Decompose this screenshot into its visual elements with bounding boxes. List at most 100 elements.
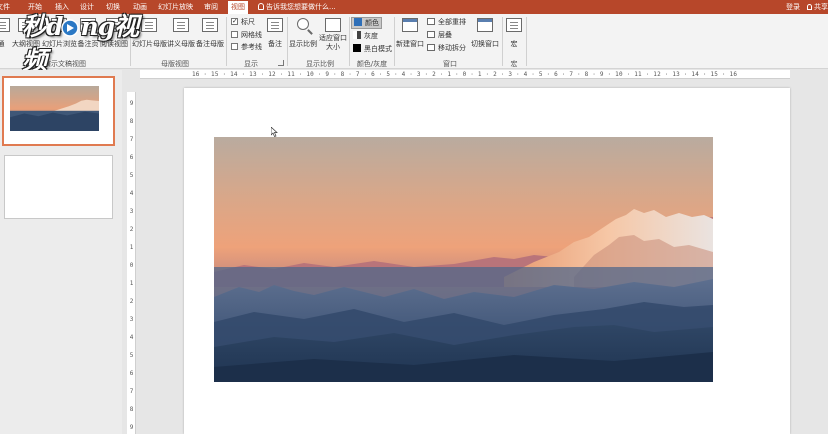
handout-master-button[interactable]: 讲义母版 <box>167 18 195 49</box>
vertical-ruler-tick-label: 5 <box>129 352 134 359</box>
group-macros: 宏 <box>510 60 518 68</box>
grayscale-label: 灰度 <box>364 32 378 40</box>
new-window-button[interactable]: 新建窗口 <box>396 18 424 49</box>
vertical-ruler-tick-label: 6 <box>129 154 134 161</box>
dialog-launcher-icon[interactable] <box>278 60 284 66</box>
group-zoom: 显示比例 <box>306 60 334 68</box>
black-white-label: 黑白模式 <box>364 45 392 53</box>
fit-to-window-label: 适应窗口大小 <box>319 34 347 51</box>
arrange-all-button[interactable]: 全部重排 <box>427 17 466 27</box>
cascade-label: 层叠 <box>438 31 452 39</box>
share-button[interactable]: 共享 <box>807 2 828 12</box>
group-color-grayscale: 颜色/灰度 <box>356 60 388 68</box>
tab-slideshow[interactable]: 幻灯片放映 <box>158 2 193 14</box>
cascade-button[interactable]: 层叠 <box>427 30 452 40</box>
login-link[interactable]: 登录 <box>786 2 800 12</box>
tab-file[interactable]: 文件 <box>0 2 10 14</box>
notes-master-button[interactable]: 备注母版 <box>196 18 224 49</box>
vertical-ruler-tick-label: 7 <box>129 388 134 395</box>
slide-thumbnail-pane: 1 2 <box>0 70 122 434</box>
gridlines-label: 网格线 <box>241 31 262 39</box>
move-split-icon <box>427 44 435 51</box>
new-window-label: 新建窗口 <box>396 40 424 48</box>
horizontal-ruler: 16 · 15 · 14 · 13 · 12 · 11 · 10 · 9 · 8… <box>140 70 790 79</box>
move-split-button[interactable]: 移动拆分 <box>427 43 466 53</box>
slide-thumbnail-1[interactable] <box>2 76 115 146</box>
color-label: 颜色 <box>365 19 379 27</box>
macros-label: 宏 <box>510 40 518 48</box>
new-window-icon <box>402 18 418 32</box>
notes-icon <box>267 18 283 32</box>
zoom-button[interactable]: 显示比例 <box>288 18 318 49</box>
tell-me-text: 告诉我您想要做什么... <box>266 3 336 11</box>
handout-master-label: 讲义母版 <box>167 40 195 48</box>
guides-checkbox[interactable]: 参考线 <box>231 42 262 52</box>
vertical-ruler-tick-label: 8 <box>129 118 134 125</box>
macros-icon <box>506 18 522 32</box>
group-show: 显示 <box>244 60 258 68</box>
tell-me-box[interactable]: 告诉我您想要做什么... <box>258 2 336 13</box>
vertical-ruler-tick-label: 6 <box>129 370 134 377</box>
person-icon <box>807 4 812 10</box>
vertical-ruler-tick-label: 8 <box>129 406 134 413</box>
color-button[interactable]: 颜色 <box>351 17 382 29</box>
vertical-ruler-tick-label: 2 <box>129 298 134 305</box>
tab-view[interactable]: 视图 <box>228 1 248 14</box>
vertical-ruler: 9 8 7 6 5 4 3 2 1 0 1 2 3 4 5 6 7 8 9 <box>127 92 136 434</box>
normal-view-icon <box>0 18 10 32</box>
vertical-ruler-tick-label: 7 <box>129 136 134 143</box>
ruler-checkbox[interactable]: 标尺 <box>231 16 255 27</box>
share-label: 共享 <box>814 3 828 11</box>
notes-label: 备注 <box>268 40 282 48</box>
play-circle-icon <box>61 19 79 37</box>
switch-windows-icon <box>477 18 493 32</box>
black-white-swatch-icon <box>353 44 361 52</box>
vertical-ruler-tick-label: 4 <box>129 190 134 197</box>
ribbon-separator <box>349 17 350 66</box>
vertical-ruler-tick-label: 2 <box>129 226 134 233</box>
cascade-icon <box>427 31 435 38</box>
black-white-button[interactable]: 黑白模式 <box>353 44 392 54</box>
grayscale-swatch-icon <box>353 31 361 39</box>
switch-windows-button[interactable]: 切换窗口 <box>470 18 500 49</box>
zoom-icon <box>297 18 309 30</box>
vertical-ruler-tick-label: 4 <box>129 334 134 341</box>
fit-to-window-icon <box>325 18 341 32</box>
group-window: 窗口 <box>443 60 457 68</box>
arrange-all-label: 全部重排 <box>438 18 466 26</box>
ribbon-separator <box>226 17 227 66</box>
grayscale-button[interactable]: 灰度 <box>353 31 378 41</box>
vertical-ruler-tick-label: 9 <box>129 424 134 431</box>
normal-view-label: 通 <box>0 40 5 48</box>
gridlines-checkbox[interactable]: 网格线 <box>231 30 262 40</box>
vertical-ruler-tick-label: 0 <box>129 262 134 269</box>
mouse-cursor-icon <box>271 127 278 137</box>
color-swatch-icon <box>354 18 362 26</box>
slide-thumbnail-2[interactable] <box>4 155 113 219</box>
ruler-label: 标尺 <box>241 18 255 26</box>
video-logo-watermark: 秒d ng视频 <box>22 10 147 75</box>
switch-windows-label: 切换窗口 <box>471 40 499 48</box>
vertical-ruler-tick-label: 3 <box>129 208 134 215</box>
vertical-ruler-tick-label: 1 <box>129 280 134 287</box>
lightbulb-icon <box>258 3 264 10</box>
guides-label: 参考线 <box>241 43 262 51</box>
mountain-thumbnail-image <box>10 86 99 131</box>
tab-review[interactable]: 审阅 <box>204 2 218 14</box>
mountain-sunset-image[interactable] <box>214 137 713 382</box>
vertical-ruler-tick-label: 9 <box>129 100 134 107</box>
arrange-all-icon <box>427 18 435 25</box>
vertical-ruler-tick-label: 3 <box>129 316 134 323</box>
gridlines-check-icon <box>231 31 238 38</box>
notes-master-label: 备注母版 <box>196 40 224 48</box>
normal-view-button[interactable]: 通 <box>0 18 10 49</box>
handout-master-icon <box>173 18 189 32</box>
zoom-label: 显示比例 <box>289 40 317 48</box>
ruler-check-icon <box>231 16 238 26</box>
macros-button[interactable]: 宏 <box>505 18 523 49</box>
notes-button[interactable]: 备注 <box>264 18 286 49</box>
notes-master-icon <box>202 18 218 32</box>
guides-check-icon <box>231 43 238 50</box>
fit-to-window-button[interactable]: 适应窗口大小 <box>318 18 348 52</box>
powerpoint-window: 文件 开始 插入 设计 切换 动画 幻灯片放映 审阅 视图 告诉我您想要做什么.… <box>0 0 828 434</box>
